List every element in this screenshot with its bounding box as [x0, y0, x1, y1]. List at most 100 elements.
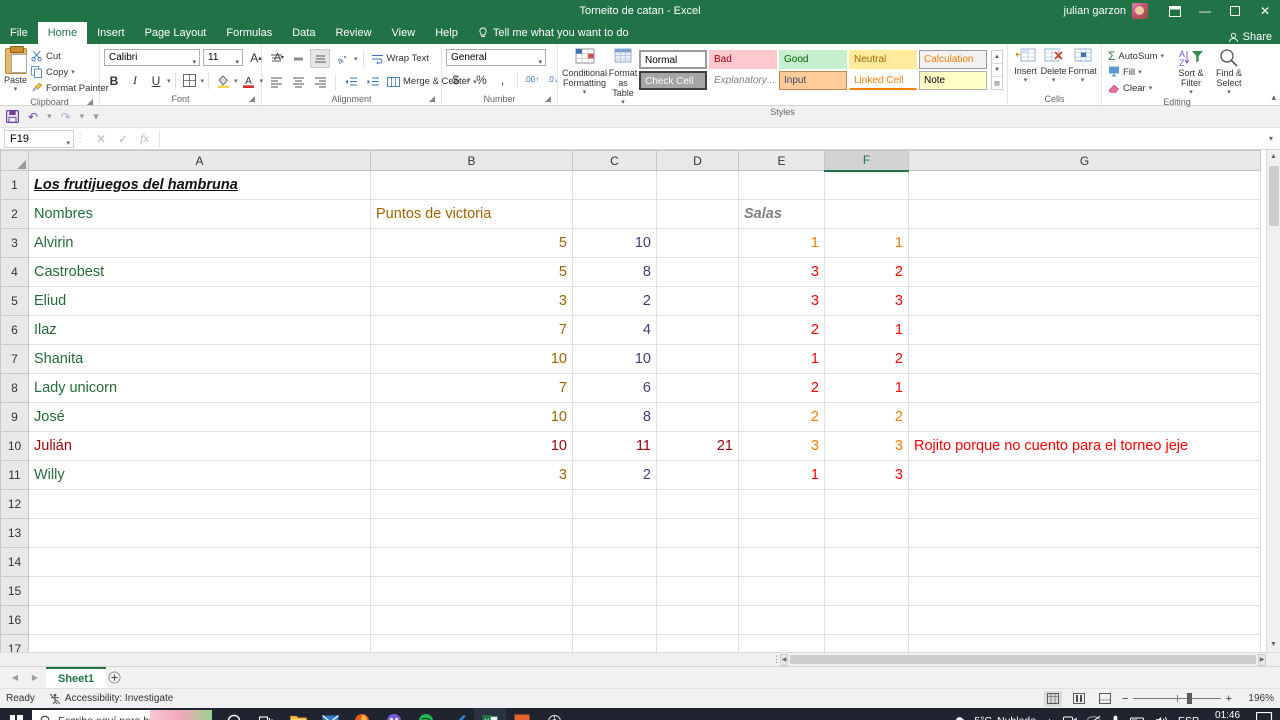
cell-D8[interactable]: 13: [656, 373, 739, 403]
cell-B10[interactable]: 10: [370, 431, 573, 461]
select-all-corner[interactable]: [0, 150, 29, 171]
save-icon[interactable]: [6, 110, 19, 123]
tab-home[interactable]: Home: [37, 22, 88, 44]
zoom-slider[interactable]: − +: [1122, 693, 1232, 705]
alignment-dialog-launcher[interactable]: ◢: [429, 93, 435, 105]
style-note[interactable]: Note: [919, 71, 987, 90]
ribbon-display-options-icon[interactable]: [1160, 0, 1190, 22]
cell-B8[interactable]: 7: [370, 373, 573, 403]
cell-G1[interactable]: [908, 170, 1261, 200]
cell-C5[interactable]: 2: [572, 286, 657, 316]
clipboard-dialog-launcher[interactable]: ◢: [87, 96, 93, 108]
cell-F11[interactable]: 3: [824, 460, 909, 490]
fill-button[interactable]: Fill ▾: [1106, 64, 1166, 80]
number-format-select[interactable]: General ▾: [446, 49, 546, 66]
font-color-button[interactable]: A: [239, 71, 259, 90]
cell-A3[interactable]: Alvirin: [28, 228, 371, 258]
autosum-button[interactable]: Σ AutoSum ▾: [1106, 48, 1166, 64]
align-center-button[interactable]: [288, 72, 308, 91]
increase-decimal-button[interactable]: .00↑: [522, 70, 542, 89]
delete-cells-button[interactable]: Delete ▾: [1039, 46, 1068, 84]
cell-B2[interactable]: Puntos de victoria: [370, 199, 573, 229]
cell-C15[interactable]: [572, 576, 657, 606]
column-header-g[interactable]: G: [908, 150, 1261, 171]
cell-D1[interactable]: [656, 170, 739, 200]
cell-F13[interactable]: [824, 518, 909, 548]
cell-E8[interactable]: 2: [738, 373, 825, 403]
cell-D3[interactable]: 15: [656, 228, 739, 258]
cell-A8[interactable]: Lady unicorn: [28, 373, 371, 403]
cell-B17[interactable]: [370, 634, 573, 652]
font-size-input[interactable]: 11 ▾: [203, 49, 243, 66]
font-dialog-launcher[interactable]: ◢: [249, 93, 255, 105]
row-header-10[interactable]: 10: [0, 431, 29, 461]
zoom-in-button[interactable]: +: [1226, 693, 1232, 705]
style-calculation[interactable]: Calculation: [919, 50, 987, 69]
sheet-tab-sheet1[interactable]: Sheet1: [46, 667, 107, 688]
cut-button[interactable]: Cut: [29, 48, 111, 64]
cell-B13[interactable]: [370, 518, 573, 548]
cell-G14[interactable]: [908, 547, 1261, 577]
cell-F17[interactable]: [824, 634, 909, 652]
webcam-icon[interactable]: [1063, 715, 1077, 720]
enter-formula-icon[interactable]: ✓: [118, 132, 128, 146]
cell-F16[interactable]: [824, 605, 909, 635]
cell-G5[interactable]: [908, 286, 1261, 316]
align-middle-button[interactable]: [288, 49, 308, 68]
orientation-button[interactable]: a: [332, 49, 352, 68]
cell-C10[interactable]: 11: [572, 431, 657, 461]
accessibility-status[interactable]: Accessibility: Investigate: [49, 693, 173, 705]
style-check-cell[interactable]: Check Cell: [639, 71, 707, 90]
row-header-12[interactable]: 12: [0, 489, 29, 519]
style-normal[interactable]: Normal: [639, 50, 707, 69]
cell-B7[interactable]: 10: [370, 344, 573, 374]
cell-A15[interactable]: [28, 576, 371, 606]
task-view-icon[interactable]: [250, 708, 282, 720]
row-header-13[interactable]: 13: [0, 518, 29, 548]
cell-E2[interactable]: Salas: [738, 199, 825, 229]
copy-button[interactable]: Copy ▾: [29, 64, 111, 80]
cell-E14[interactable]: [738, 547, 825, 577]
align-left-button[interactable]: [266, 72, 286, 91]
decrease-indent-button[interactable]: [341, 72, 361, 91]
cell-D13[interactable]: [656, 518, 739, 548]
vertical-scrollbar[interactable]: ▲ ▼: [1266, 150, 1280, 652]
cell-styles-scrollbar[interactable]: ▲ ▼ ▤: [991, 50, 1003, 90]
undo-dropdown-icon[interactable]: ▾: [47, 111, 52, 122]
cell-C1[interactable]: [572, 170, 657, 200]
cell-A12[interactable]: [28, 489, 371, 519]
format-cells-button[interactable]: Format ▾: [1068, 46, 1097, 84]
cell-F6[interactable]: 1: [824, 315, 909, 345]
cell-C4[interactable]: 8: [572, 257, 657, 287]
format-as-table-button[interactable]: Format as Table ▾: [607, 46, 639, 106]
undo-icon[interactable]: ↶: [28, 110, 38, 124]
hscroll-left-arrow[interactable]: ◀: [780, 653, 788, 666]
row-header-14[interactable]: 14: [0, 547, 29, 577]
cell-G8[interactable]: [908, 373, 1261, 403]
language-indicator[interactable]: ESP: [1178, 715, 1199, 720]
cell-E4[interactable]: 3: [738, 257, 825, 287]
cell-F1[interactable]: [824, 170, 909, 200]
row-header-4[interactable]: 4: [0, 257, 29, 287]
row-header-7[interactable]: 7: [0, 344, 29, 374]
settings-icon[interactable]: [538, 708, 570, 720]
gallery-expand-icon[interactable]: ▤: [992, 77, 1002, 89]
cell-E9[interactable]: 2: [738, 402, 825, 432]
cell-E6[interactable]: 2: [738, 315, 825, 345]
cell-A2[interactable]: Nombres: [28, 199, 371, 229]
underline-button[interactable]: U: [146, 71, 166, 90]
find-select-button[interactable]: Find & Select ▾: [1210, 46, 1248, 96]
battery-icon[interactable]: [1130, 716, 1146, 720]
row-header-6[interactable]: 6: [0, 315, 29, 345]
insert-function-icon[interactable]: fx: [140, 131, 149, 146]
cell-B14[interactable]: [370, 547, 573, 577]
cell-D12[interactable]: [656, 489, 739, 519]
cell-E10[interactable]: 3: [738, 431, 825, 461]
vertical-scroll-thumb[interactable]: [1269, 166, 1279, 226]
cell-A7[interactable]: Shanita: [28, 344, 371, 374]
cell-B11[interactable]: 3: [370, 460, 573, 490]
cell-E7[interactable]: 1: [738, 344, 825, 374]
align-bottom-button[interactable]: [310, 49, 330, 68]
increase-indent-button[interactable]: [363, 72, 383, 91]
sort-filter-button[interactable]: AZ Sort & Filter ▾: [1172, 46, 1210, 96]
